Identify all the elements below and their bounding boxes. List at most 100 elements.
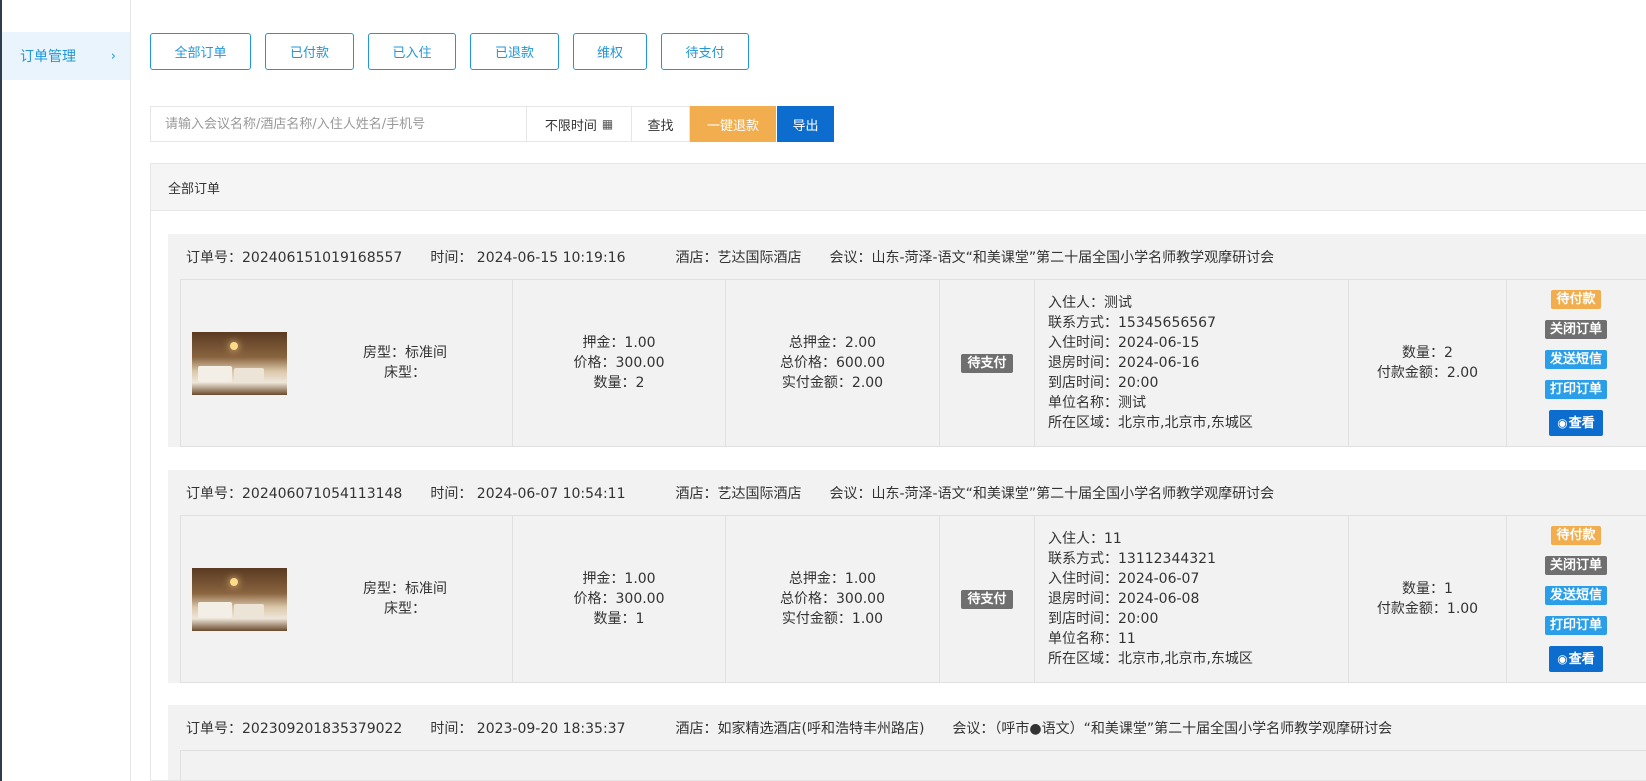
order-detail-row [180, 750, 1646, 780]
order-header: 订单号：202406071054113148 时间： 2024-06-07 10… [168, 470, 1646, 515]
total-deposit: 总押金：1.00 [788, 571, 877, 587]
deposit: 押金：1.00 [582, 335, 656, 351]
order-number: 订单号：202309201835379022 [186, 720, 403, 737]
price: 价格：300.00 [573, 355, 665, 371]
close-order-button[interactable]: 关闭订单 [1544, 320, 1607, 339]
order-time: 时间： 2024-06-07 10:54:11 [430, 485, 626, 502]
arrival-time: 到店时间：20:00 [1048, 375, 1159, 391]
status-cell: 待支付 [940, 516, 1035, 682]
view-button[interactable]: ◉查看 [1549, 410, 1603, 436]
status-badge: 待支付 [961, 589, 1013, 609]
print-order-button[interactable]: 打印订单 [1544, 616, 1607, 635]
room-info: 房型：标准间 床型： [363, 343, 447, 383]
order-header: 订单号：202406151019168557 时间： 2024-06-15 10… [168, 234, 1646, 279]
order-time: 时间： 2023-09-20 18:35:37 [430, 720, 626, 737]
quantity-cell: 数量：2 付款金额：2.00 [1349, 280, 1507, 446]
order-number: 订单号：202406071054113148 [186, 485, 403, 502]
pay-amount: 付款金额：2.00 [1376, 365, 1479, 381]
total-deposit: 总押金：2.00 [788, 335, 877, 351]
order-detail-row: 房型：标准间 床型： 押金：1.00 价格：300.00 数量：1 总押金：1.… [180, 515, 1646, 683]
send-sms-button[interactable]: 发送短信 [1544, 586, 1607, 605]
checkout-date: 退房时间：2024-06-16 [1048, 355, 1200, 371]
guest-name: 入住人：11 [1048, 531, 1122, 547]
order-meeting: 会议：山东-菏泽-语文“和美课堂”第二十届全国小学名师教学观摩研讨会 [829, 485, 1275, 502]
price-cell: 押金：1.00 价格：300.00 数量：2 [513, 280, 726, 446]
order-time: 时间： 2024-06-15 10:19:16 [430, 249, 626, 266]
status-cell: 待支付 [940, 280, 1035, 446]
paid-amount: 实付金额：2.00 [781, 375, 884, 391]
price: 价格：300.00 [573, 591, 665, 607]
search-input[interactable] [150, 106, 527, 142]
search-bar: 不限时间 ▦ 查找 一键退款 导出 [150, 106, 834, 142]
room-photo [192, 331, 287, 395]
checkout-date: 退房时间：2024-06-08 [1048, 591, 1200, 607]
sidebar-item-label: 订单管理 [20, 49, 76, 65]
order-meeting: 会议：山东-菏泽-语文“和美课堂”第二十届全国小学名师教学观摩研讨会 [829, 249, 1275, 266]
pending-payment-button[interactable]: 待付款 [1551, 526, 1601, 545]
tab-paid[interactable]: 已付款 [265, 33, 354, 70]
contact: 联系方式：13112344321 [1048, 551, 1216, 567]
count: 数量：1 [593, 611, 645, 627]
checkin-date: 入住时间：2024-06-15 [1048, 335, 1200, 351]
export-button[interactable]: 导出 [777, 106, 834, 142]
quantity: 数量：2 [1402, 345, 1453, 361]
tab-pending-payment[interactable]: 待支付 [661, 33, 749, 70]
guest-cell: 入住人：11 联系方式：13112344321 入住时间：2024-06-07 … [1035, 516, 1349, 682]
region: 所在区域：北京市,北京市,东城区 [1048, 651, 1253, 667]
room-cell: 房型：标准间 床型： [181, 280, 513, 446]
total-cell: 总押金：2.00 总价格：600.00 实付金额：2.00 [726, 280, 940, 446]
actions-cell: 待付款 关闭订单 发送短信 打印订单 ◉查看 [1507, 280, 1645, 446]
order-card: 订单号：202309201835379022 时间： 2023-09-20 18… [168, 705, 1646, 780]
pay-amount: 付款金额：1.00 [1376, 601, 1479, 617]
room-cell: 房型：标准间 床型： [181, 516, 513, 682]
order-filter-tabs: 全部订单 已付款 已入住 已退款 维权 待支付 [150, 33, 763, 70]
order-hotel: 酒店：如家精选酒店(呼和浩特丰州路店) [675, 720, 925, 737]
room-photo [192, 567, 287, 631]
pending-payment-button[interactable]: 待付款 [1551, 290, 1601, 309]
company-name: 单位名称：11 [1048, 631, 1136, 647]
find-button[interactable]: 查找 [632, 106, 690, 142]
arrival-time: 到店时间：20:00 [1048, 611, 1159, 627]
chevron-right-icon: › [110, 48, 116, 64]
count: 数量：2 [593, 375, 645, 391]
order-card: 订单号：202406071054113148 时间： 2024-06-07 10… [168, 470, 1646, 683]
room-type: 房型：标准间 [363, 581, 447, 597]
room-type: 房型：标准间 [363, 345, 447, 361]
order-number: 订单号：202406151019168557 [186, 249, 403, 266]
order-card: 订单号：202406151019168557 时间： 2024-06-15 10… [168, 234, 1646, 447]
company-name: 单位名称：测试 [1048, 395, 1146, 411]
room-info: 房型：标准间 床型： [363, 579, 447, 619]
time-filter-button[interactable]: 不限时间 ▦ [527, 106, 632, 142]
view-label: 查看 [1568, 652, 1595, 667]
tab-checked-in[interactable]: 已入住 [368, 33, 456, 70]
view-label: 查看 [1568, 416, 1595, 431]
total-cell: 总押金：1.00 总价格：300.00 实付金额：1.00 [726, 516, 940, 682]
paid-amount: 实付金额：1.00 [781, 611, 884, 627]
tab-dispute[interactable]: 维权 [573, 33, 647, 70]
region: 所在区域：北京市,北京市,东城区 [1048, 415, 1253, 431]
quantity-cell: 数量：1 付款金额：1.00 [1349, 516, 1507, 682]
price-cell: 押金：1.00 价格：300.00 数量：1 [513, 516, 726, 682]
print-order-button[interactable]: 打印订单 [1544, 380, 1607, 399]
sidebar-item-order-management[interactable]: 订单管理 › [2, 32, 130, 80]
order-meeting: 会议：（呼市●语文）“和美课堂”第二十届全国小学名师教学观摩研讨会 [952, 720, 1393, 737]
one-click-refund-button[interactable]: 一键退款 [690, 106, 776, 142]
close-order-button[interactable]: 关闭订单 [1544, 556, 1607, 575]
sidebar: 订单管理 › [0, 0, 131, 781]
guest-name: 入住人：测试 [1048, 295, 1132, 311]
view-button[interactable]: ◉查看 [1549, 646, 1603, 672]
orders-panel: 全部订单 订单号：202406151019168557 时间： 2024-06-… [150, 163, 1646, 781]
contact: 联系方式：15345656567 [1048, 315, 1216, 331]
tab-all-orders[interactable]: 全部订单 [150, 33, 251, 70]
order-detail-row: 房型：标准间 床型： 押金：1.00 价格：300.00 数量：2 总押金：2.… [180, 279, 1646, 447]
bed-type: 床型： [384, 365, 426, 381]
order-hotel: 酒店：艺达国际酒店 [675, 485, 802, 502]
panel-title: 全部订单 [151, 164, 1646, 211]
tab-refunded[interactable]: 已退款 [470, 33, 559, 70]
deposit: 押金：1.00 [582, 571, 656, 587]
send-sms-button[interactable]: 发送短信 [1544, 350, 1607, 369]
guest-cell: 入住人：测试 联系方式：15345656567 入住时间：2024-06-15 … [1035, 280, 1349, 446]
quantity: 数量：1 [1402, 581, 1453, 597]
actions-cell: 待付款 关闭订单 发送短信 打印订单 ◉查看 [1507, 516, 1645, 682]
bed-type: 床型： [384, 601, 426, 617]
